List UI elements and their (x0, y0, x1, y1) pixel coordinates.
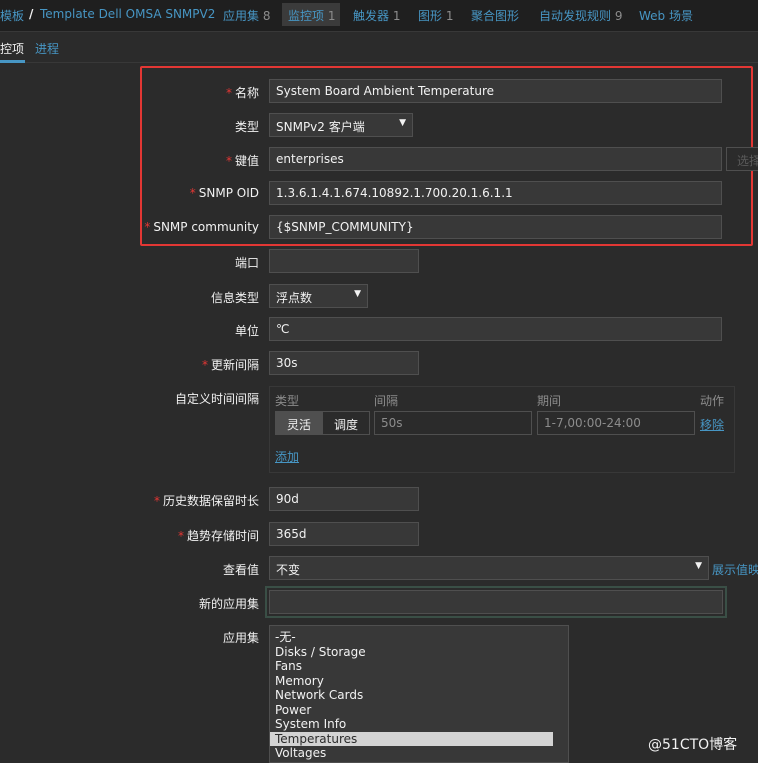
port-input[interactable] (269, 249, 419, 273)
trends-input[interactable]: 365d (269, 522, 419, 546)
list-item-selected[interactable]: Temperatures (270, 731, 553, 746)
new-application-input[interactable] (269, 590, 723, 614)
units-input[interactable]: ℃ (269, 317, 722, 341)
watermark: @51CTO博客 (648, 737, 738, 753)
type-select[interactable]: SNMPv2 客户端 ▼ (269, 113, 413, 137)
chevron-down-icon: ▼ (354, 289, 361, 299)
form-subtabs: 监控项 进程 (0, 32, 758, 63)
subtab-preprocessing[interactable]: 进程 (35, 40, 59, 57)
subtab-item[interactable]: 监控项 (0, 40, 24, 57)
update-interval-label: * 更新间隔 (201, 358, 259, 372)
breadcrumb-separator: / (29, 7, 34, 21)
list-item[interactable]: -无- (270, 630, 553, 645)
template-name-link[interactable]: Template Dell OMSA SNMPV2 (40, 7, 215, 21)
flexible-toggle[interactable]: 灵活 (275, 411, 323, 435)
tab-graphs[interactable]: 图形 1 (418, 7, 453, 24)
list-item[interactable]: Memory (270, 674, 553, 689)
history-label: * 历史数据保留时长 (153, 494, 259, 508)
port-label: 端口 (234, 256, 259, 270)
templates-link[interactable]: 模板 (0, 7, 24, 24)
add-interval-link[interactable]: 添加 (275, 448, 299, 465)
col-type-header: 类型 (275, 394, 300, 408)
show-value-mapping-link[interactable]: 展示值映射 (712, 561, 758, 578)
tab-triggers[interactable]: 触发器 1 (353, 7, 400, 24)
snmp-community-label: * SNMP community (144, 220, 259, 234)
snmp-oid-input[interactable]: 1.3.6.1.4.1.674.10892.1.700.20.1.6.1.1 (269, 181, 722, 205)
history-input[interactable]: 90d (269, 487, 419, 511)
col-action-header: 动作 (700, 394, 725, 408)
col-period-header: 期间 (537, 394, 562, 408)
tab-items[interactable]: 监控项 1 (288, 7, 335, 24)
tab-discovery-rules[interactable]: 自动发现规则 9 (539, 7, 622, 24)
top-navigation: 模板 / Template Dell OMSA SNMPV2 应用集 8 监控项… (0, 0, 758, 32)
chevron-down-icon: ▼ (399, 118, 406, 128)
tab-applications[interactable]: 应用集 8 (223, 7, 270, 24)
tab-screens[interactable]: 聚合图形 (471, 7, 519, 24)
applications-label: 应用集 (222, 631, 259, 645)
units-label: 单位 (234, 324, 259, 338)
remove-interval-link[interactable]: 移除 (700, 416, 724, 433)
snmp-oid-label: * SNMP OID (189, 186, 259, 200)
info-type-label: 信息类型 (210, 291, 259, 305)
list-item[interactable]: Fans (270, 659, 553, 674)
chevron-down-icon: ▼ (695, 561, 702, 571)
trends-label: * 趋势存储时间 (177, 529, 259, 543)
custom-period-input[interactable]: 1-7,00:00-24:00 (537, 411, 695, 435)
key-label: * 键值 (225, 154, 259, 168)
key-input[interactable]: enterprises (269, 147, 722, 171)
show-value-select[interactable]: 不变 ▼ (269, 556, 709, 580)
list-item[interactable]: Disks / Storage (270, 645, 553, 660)
name-label: * 名称 (225, 86, 259, 100)
info-type-select[interactable]: 浮点数 ▼ (269, 284, 368, 308)
name-input[interactable]: System Board Ambient Temperature (269, 79, 722, 103)
list-item[interactable]: Voltages (270, 746, 553, 761)
snmp-community-input[interactable]: {$SNMP_COMMUNITY} (269, 215, 722, 239)
list-item[interactable]: System Info (270, 717, 553, 732)
custom-interval-input[interactable]: 50s (374, 411, 532, 435)
scheduling-toggle[interactable]: 调度 (322, 411, 370, 435)
custom-intervals-label: 自定义时间间隔 (174, 392, 259, 406)
tab-web-scenarios[interactable]: Web 场景 (639, 7, 693, 24)
key-select-button[interactable]: 选择 (726, 147, 758, 171)
type-label: 类型 (234, 120, 259, 134)
subtab-active-underline (0, 60, 25, 63)
update-interval-input[interactable]: 30s (269, 351, 419, 375)
col-interval-header: 间隔 (374, 394, 399, 408)
list-item[interactable]: Network Cards (270, 688, 553, 703)
applications-listbox[interactable]: -无- Disks / Storage Fans Memory Network … (269, 625, 569, 763)
show-value-label: 查看值 (222, 563, 259, 577)
list-item[interactable]: Power (270, 703, 553, 718)
new-application-label: 新的应用集 (198, 597, 259, 611)
